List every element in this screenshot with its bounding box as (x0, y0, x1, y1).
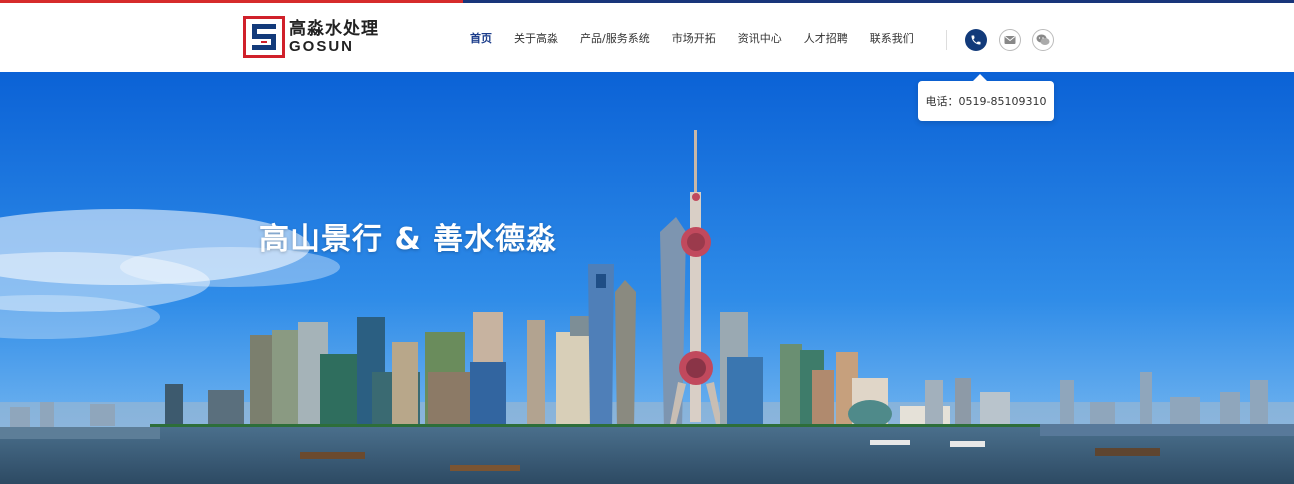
site-header: 高淼水处理 GOSUN 首页 关于高淼 产品/服务系统 市场开拓 资讯中心 人才… (0, 3, 1294, 72)
logo-english-name: GOSUN (289, 38, 355, 55)
nav-item-products[interactable]: 产品/服务系统 (580, 30, 650, 46)
nav-item-contact[interactable]: 联系我们 (870, 30, 914, 46)
nav-item-careers[interactable]: 人才招聘 (804, 30, 848, 46)
logo-chinese-name: 高淼水处理 (289, 19, 379, 39)
nav-item-news[interactable]: 资讯中心 (738, 30, 782, 46)
nav-item-about[interactable]: 关于高淼 (514, 30, 558, 46)
mail-icon[interactable] (999, 29, 1021, 51)
site-logo[interactable]: 高淼水处理 GOSUN (243, 16, 379, 58)
nav-divider (946, 30, 947, 50)
nav-item-home[interactable]: 首页 (470, 30, 492, 46)
hero-banner: 高山景行 & 善水德淼 (0, 72, 1294, 484)
phone-icon[interactable] (965, 29, 987, 51)
skyline-illustration (0, 72, 1294, 484)
main-nav: 首页 关于高淼 产品/服务系统 市场开拓 资讯中心 人才招聘 联系我们 (470, 3, 936, 72)
phone-tooltip-text: 电话：0519-85109310 (925, 95, 1047, 108)
hero-slogan: 高山景行 & 善水德淼 (259, 222, 558, 257)
wechat-icon[interactable] (1032, 29, 1054, 51)
nav-item-market[interactable]: 市场开拓 (672, 30, 716, 46)
logo-mark-icon (243, 16, 285, 58)
phone-tooltip: 电话：0519-85109310 (918, 74, 1054, 121)
